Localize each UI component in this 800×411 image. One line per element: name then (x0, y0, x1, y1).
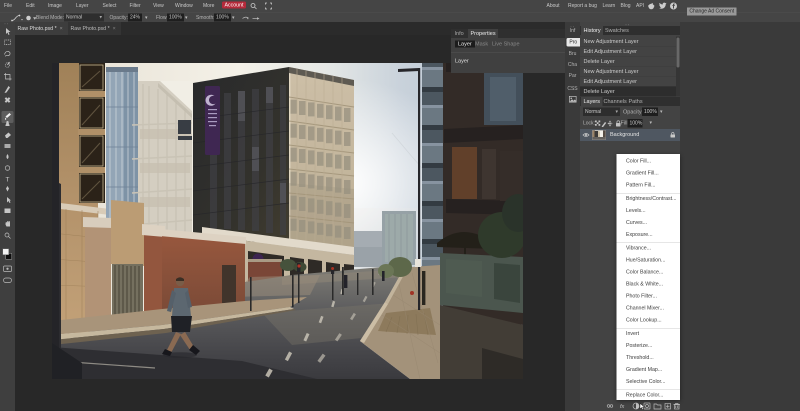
svg-text:fx: fx (620, 404, 625, 410)
svg-text:T: T (6, 177, 10, 184)
